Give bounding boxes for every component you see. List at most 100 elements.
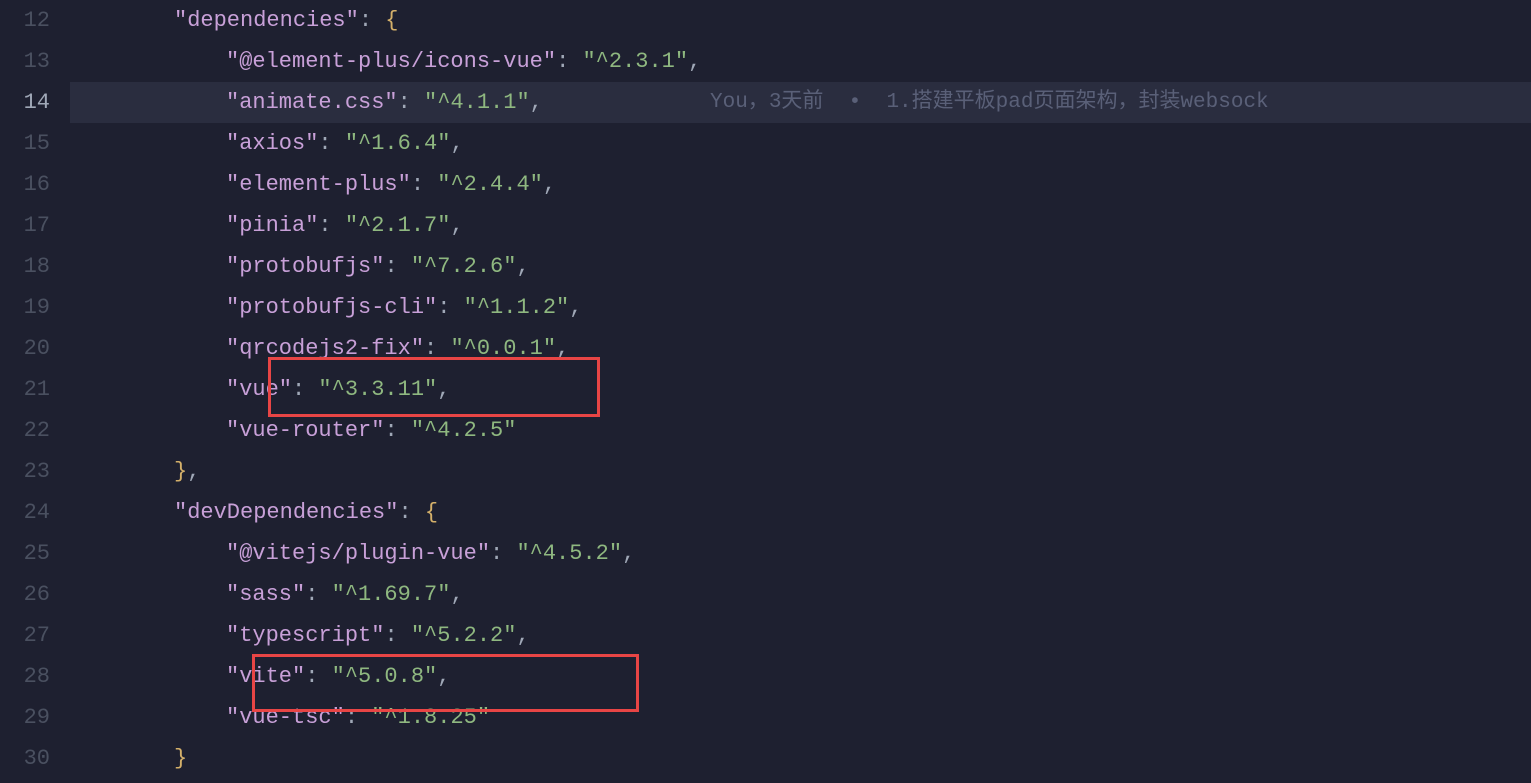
json-string: "^0.0.1"	[450, 336, 556, 361]
line-number: 27	[0, 615, 50, 656]
json-key: "typescript"	[226, 623, 384, 648]
code-line[interactable]: },	[70, 451, 1531, 492]
line-number: 28	[0, 656, 50, 697]
json-key: "@vitejs/plugin-vue"	[226, 541, 490, 566]
code-line[interactable]: "element-plus": "^2.4.4",	[70, 164, 1531, 205]
line-number: 20	[0, 328, 50, 369]
code-line[interactable]: "dependencies": {	[70, 0, 1531, 41]
line-number: 23	[0, 451, 50, 492]
json-key: "vue-tsc"	[226, 705, 345, 730]
line-number: 12	[0, 0, 50, 41]
json-string: "^1.1.2"	[464, 295, 570, 320]
json-string: "^1.6.4"	[345, 131, 451, 156]
json-key: "qrcodejs2-fix"	[226, 336, 424, 361]
colon: :	[384, 254, 410, 279]
comma: ,	[187, 459, 200, 484]
code-line[interactable]: "@vitejs/plugin-vue": "^4.5.2",	[70, 533, 1531, 574]
code-line[interactable]: "@element-plus/icons-vue": "^2.3.1",	[70, 41, 1531, 82]
comma: ,	[450, 582, 463, 607]
code-line[interactable]: "protobufjs-cli": "^1.1.2",	[70, 287, 1531, 328]
comma: ,	[688, 49, 701, 74]
open-brace: {	[385, 8, 398, 33]
line-number-gutter: 12131415161718192021222324252627282930	[0, 0, 70, 783]
gitlens-separator: •	[823, 91, 886, 114]
json-key: "vue-router"	[226, 418, 384, 443]
json-key: "axios"	[226, 131, 318, 156]
code-line[interactable]: "vue-tsc": "^1.8.25"	[70, 697, 1531, 738]
line-number: 25	[0, 533, 50, 574]
json-key: "devDependencies"	[174, 500, 398, 525]
json-string: "^4.2.5"	[411, 418, 517, 443]
code-area[interactable]: "dependencies": {"@element-plus/icons-vu…	[70, 0, 1531, 783]
line-number: 15	[0, 123, 50, 164]
line-number: 30	[0, 738, 50, 779]
colon: :	[359, 8, 385, 33]
close-brace: }	[174, 459, 187, 484]
colon: :	[292, 377, 318, 402]
comma: ,	[516, 254, 529, 279]
json-key: "protobufjs-cli"	[226, 295, 437, 320]
code-line[interactable]: "sass": "^1.69.7",	[70, 574, 1531, 615]
colon: :	[490, 541, 516, 566]
gitlens-author: You，	[710, 91, 769, 114]
colon: :	[318, 131, 344, 156]
comma: ,	[556, 336, 569, 361]
gitlens-when: 3天前	[769, 91, 824, 114]
json-key: "vue"	[226, 377, 292, 402]
line-number: 14	[0, 82, 50, 123]
line-number: 29	[0, 697, 50, 738]
comma: ,	[450, 131, 463, 156]
code-line[interactable]: "vue-router": "^4.2.5"	[70, 410, 1531, 451]
colon: :	[411, 172, 437, 197]
json-string: "^4.5.2"	[516, 541, 622, 566]
line-number: 16	[0, 164, 50, 205]
line-number: 22	[0, 410, 50, 451]
json-string: "^7.2.6"	[411, 254, 517, 279]
comma: ,	[450, 213, 463, 238]
json-key: "vite"	[226, 664, 305, 689]
comma: ,	[543, 172, 556, 197]
code-line[interactable]: "vue": "^3.3.11",	[70, 369, 1531, 410]
code-line[interactable]: "qrcodejs2-fix": "^0.0.1",	[70, 328, 1531, 369]
json-key: "dependencies"	[174, 8, 359, 33]
code-line[interactable]: "axios": "^1.6.4",	[70, 123, 1531, 164]
gitlens-message: 1.搭建平板pad页面架构，封装websock	[886, 91, 1268, 114]
code-line[interactable]: "animate.css": "^4.1.1",You，3天前 • 1.搭建平板…	[70, 82, 1531, 123]
colon: :	[398, 500, 424, 525]
json-key: "protobufjs"	[226, 254, 384, 279]
line-number: 17	[0, 205, 50, 246]
code-line[interactable]: "pinia": "^2.1.7",	[70, 205, 1531, 246]
colon: :	[305, 582, 331, 607]
comma: ,	[437, 377, 450, 402]
colon: :	[424, 336, 450, 361]
comma: ,	[437, 664, 450, 689]
json-string: "^1.69.7"	[332, 582, 451, 607]
comma: ,	[622, 541, 635, 566]
colon: :	[437, 295, 463, 320]
open-brace: {	[425, 500, 438, 525]
comma: ,	[516, 623, 529, 648]
json-string: "^5.0.8"	[332, 664, 438, 689]
json-string: "^5.2.2"	[411, 623, 517, 648]
line-number: 26	[0, 574, 50, 615]
colon: :	[318, 213, 344, 238]
code-line[interactable]: "vite": "^5.0.8",	[70, 656, 1531, 697]
json-key: "pinia"	[226, 213, 318, 238]
colon: :	[305, 664, 331, 689]
comma: ,	[569, 295, 582, 320]
code-line[interactable]: }	[70, 738, 1531, 779]
code-editor[interactable]: 12131415161718192021222324252627282930 "…	[0, 0, 1531, 783]
json-key: "sass"	[226, 582, 305, 607]
code-line[interactable]: "protobufjs": "^7.2.6",	[70, 246, 1531, 287]
json-string: "^1.8.25"	[371, 705, 490, 730]
colon: :	[384, 623, 410, 648]
colon: :	[345, 705, 371, 730]
json-key: "@element-plus/icons-vue"	[226, 49, 556, 74]
gitlens-annotation: You，3天前 • 1.搭建平板pad页面架构，封装websock	[70, 82, 1269, 123]
code-line[interactable]: "typescript": "^5.2.2",	[70, 615, 1531, 656]
code-line[interactable]: "devDependencies": {	[70, 492, 1531, 533]
json-string: "^2.4.4"	[437, 172, 543, 197]
json-key: "element-plus"	[226, 172, 411, 197]
json-string: "^2.3.1"	[582, 49, 688, 74]
line-number: 19	[0, 287, 50, 328]
